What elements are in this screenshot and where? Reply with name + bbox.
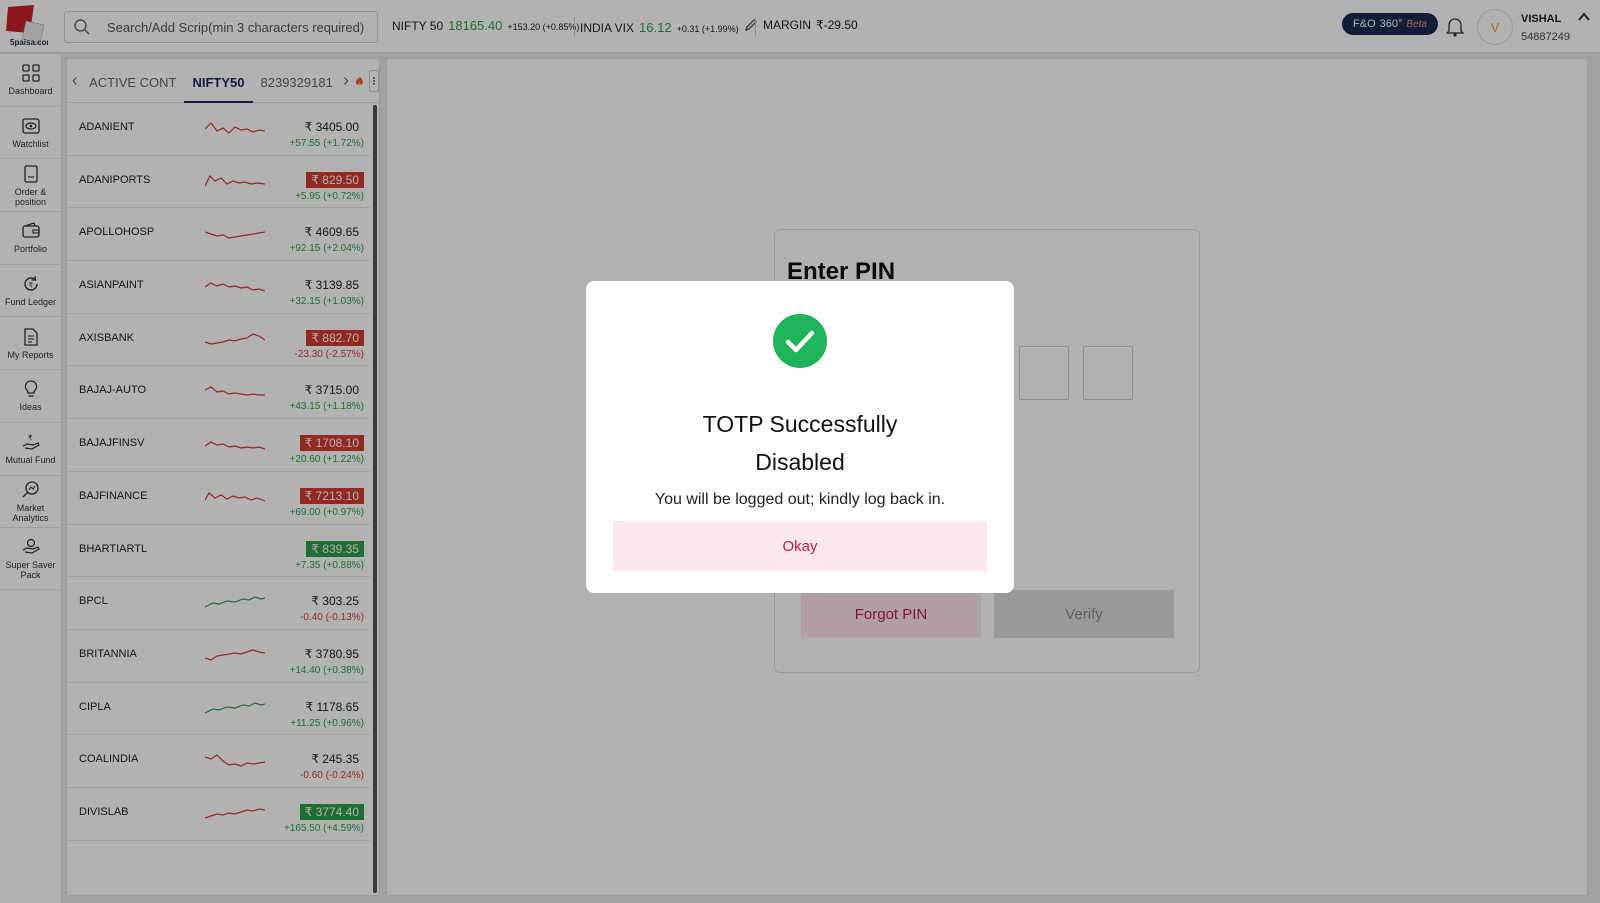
dialog-title: TOTP Successfully Disabled	[586, 405, 1014, 481]
success-dialog: TOTP Successfully Disabled You will be l…	[586, 281, 1014, 593]
dialog-title-text: TOTP Successfully Disabled	[702, 411, 898, 475]
dialog-message: You will be logged out; kindly log back …	[654, 491, 946, 508]
okay-button[interactable]: Okay	[613, 521, 987, 571]
success-check-icon	[773, 314, 827, 368]
